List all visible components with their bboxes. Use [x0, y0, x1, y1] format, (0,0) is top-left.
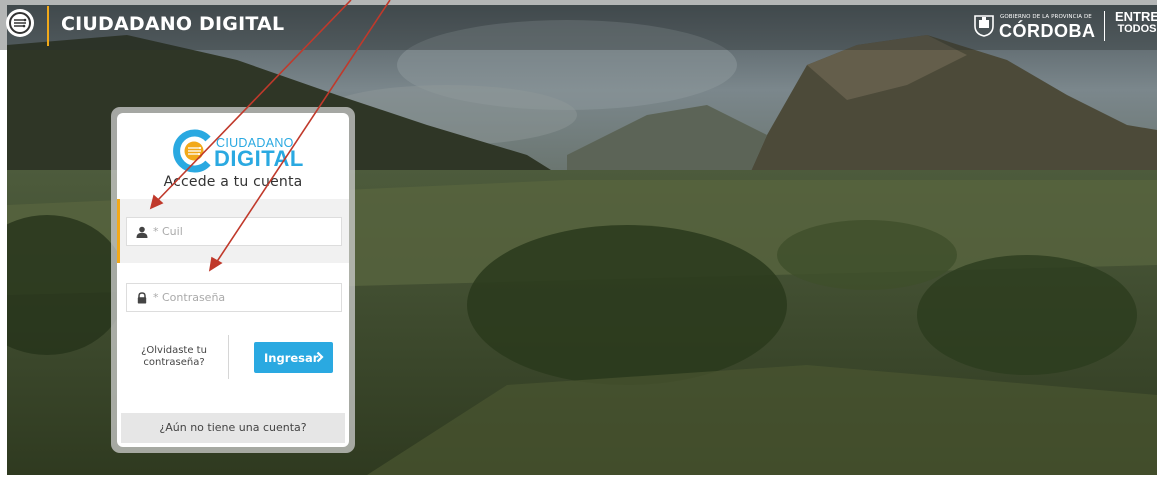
slogan-logo: ENTRE TODOS	[1115, 10, 1157, 36]
circuit-icon	[9, 12, 31, 34]
login-card: CIUDADANO DIGITAL Accede a tu cuenta ¿Ol…	[117, 113, 349, 447]
card-logo: CIUDADANO DIGITAL	[172, 127, 312, 175]
app-title[interactable]: CIUDADANO DIGITAL	[61, 13, 284, 35]
gov-name: CÓRDOBA	[999, 21, 1096, 41]
lock-icon	[137, 292, 147, 304]
ciudadano-c-icon	[173, 129, 211, 173]
page: CIUDADANO DIGITAL GOBIERNO DE LA PROVINC…	[0, 0, 1157, 479]
gov-divider	[1104, 11, 1105, 41]
chevron-right-icon	[316, 351, 324, 363]
slogan-line1: ENTRE	[1115, 9, 1157, 24]
actions-divider	[228, 335, 229, 379]
user-icon	[136, 226, 148, 238]
login-button[interactable]: Ingresar	[254, 342, 333, 373]
cuil-field[interactable]	[126, 217, 342, 246]
forgot-line2: contraseña?	[143, 357, 205, 368]
forgot-password-link[interactable]: ¿Olvidaste tu contraseña?	[137, 345, 211, 369]
login-button-label: Ingresar	[264, 351, 319, 365]
cordoba-government-logo[interactable]: GOBIERNO DE LA PROVINCIA DE CÓRDOBA	[973, 9, 1095, 43]
brand-divider	[47, 6, 49, 46]
active-field-accent	[117, 199, 120, 263]
top-navigation-bar: CIUDADANO DIGITAL GOBIERNO DE LA PROVINC…	[0, 0, 1157, 50]
cuil-input[interactable]	[153, 218, 339, 245]
ciudadano-digital-logo-icon[interactable]	[6, 9, 34, 37]
logo-word-digital: DIGITAL	[214, 146, 304, 171]
password-input[interactable]	[153, 284, 339, 311]
cordoba-emblem-icon	[974, 15, 994, 37]
gov-small-caption: GOBIERNO DE LA PROVINCIA DE	[1000, 14, 1092, 20]
forgot-line1: ¿Olvidaste tu	[141, 345, 207, 356]
signup-link[interactable]: ¿Aún no tiene una cuenta?	[121, 413, 345, 443]
slogan-line2: TODOS	[1117, 23, 1157, 35]
password-field[interactable]	[126, 283, 342, 312]
login-heading: Accede a tu cuenta	[163, 174, 303, 190]
